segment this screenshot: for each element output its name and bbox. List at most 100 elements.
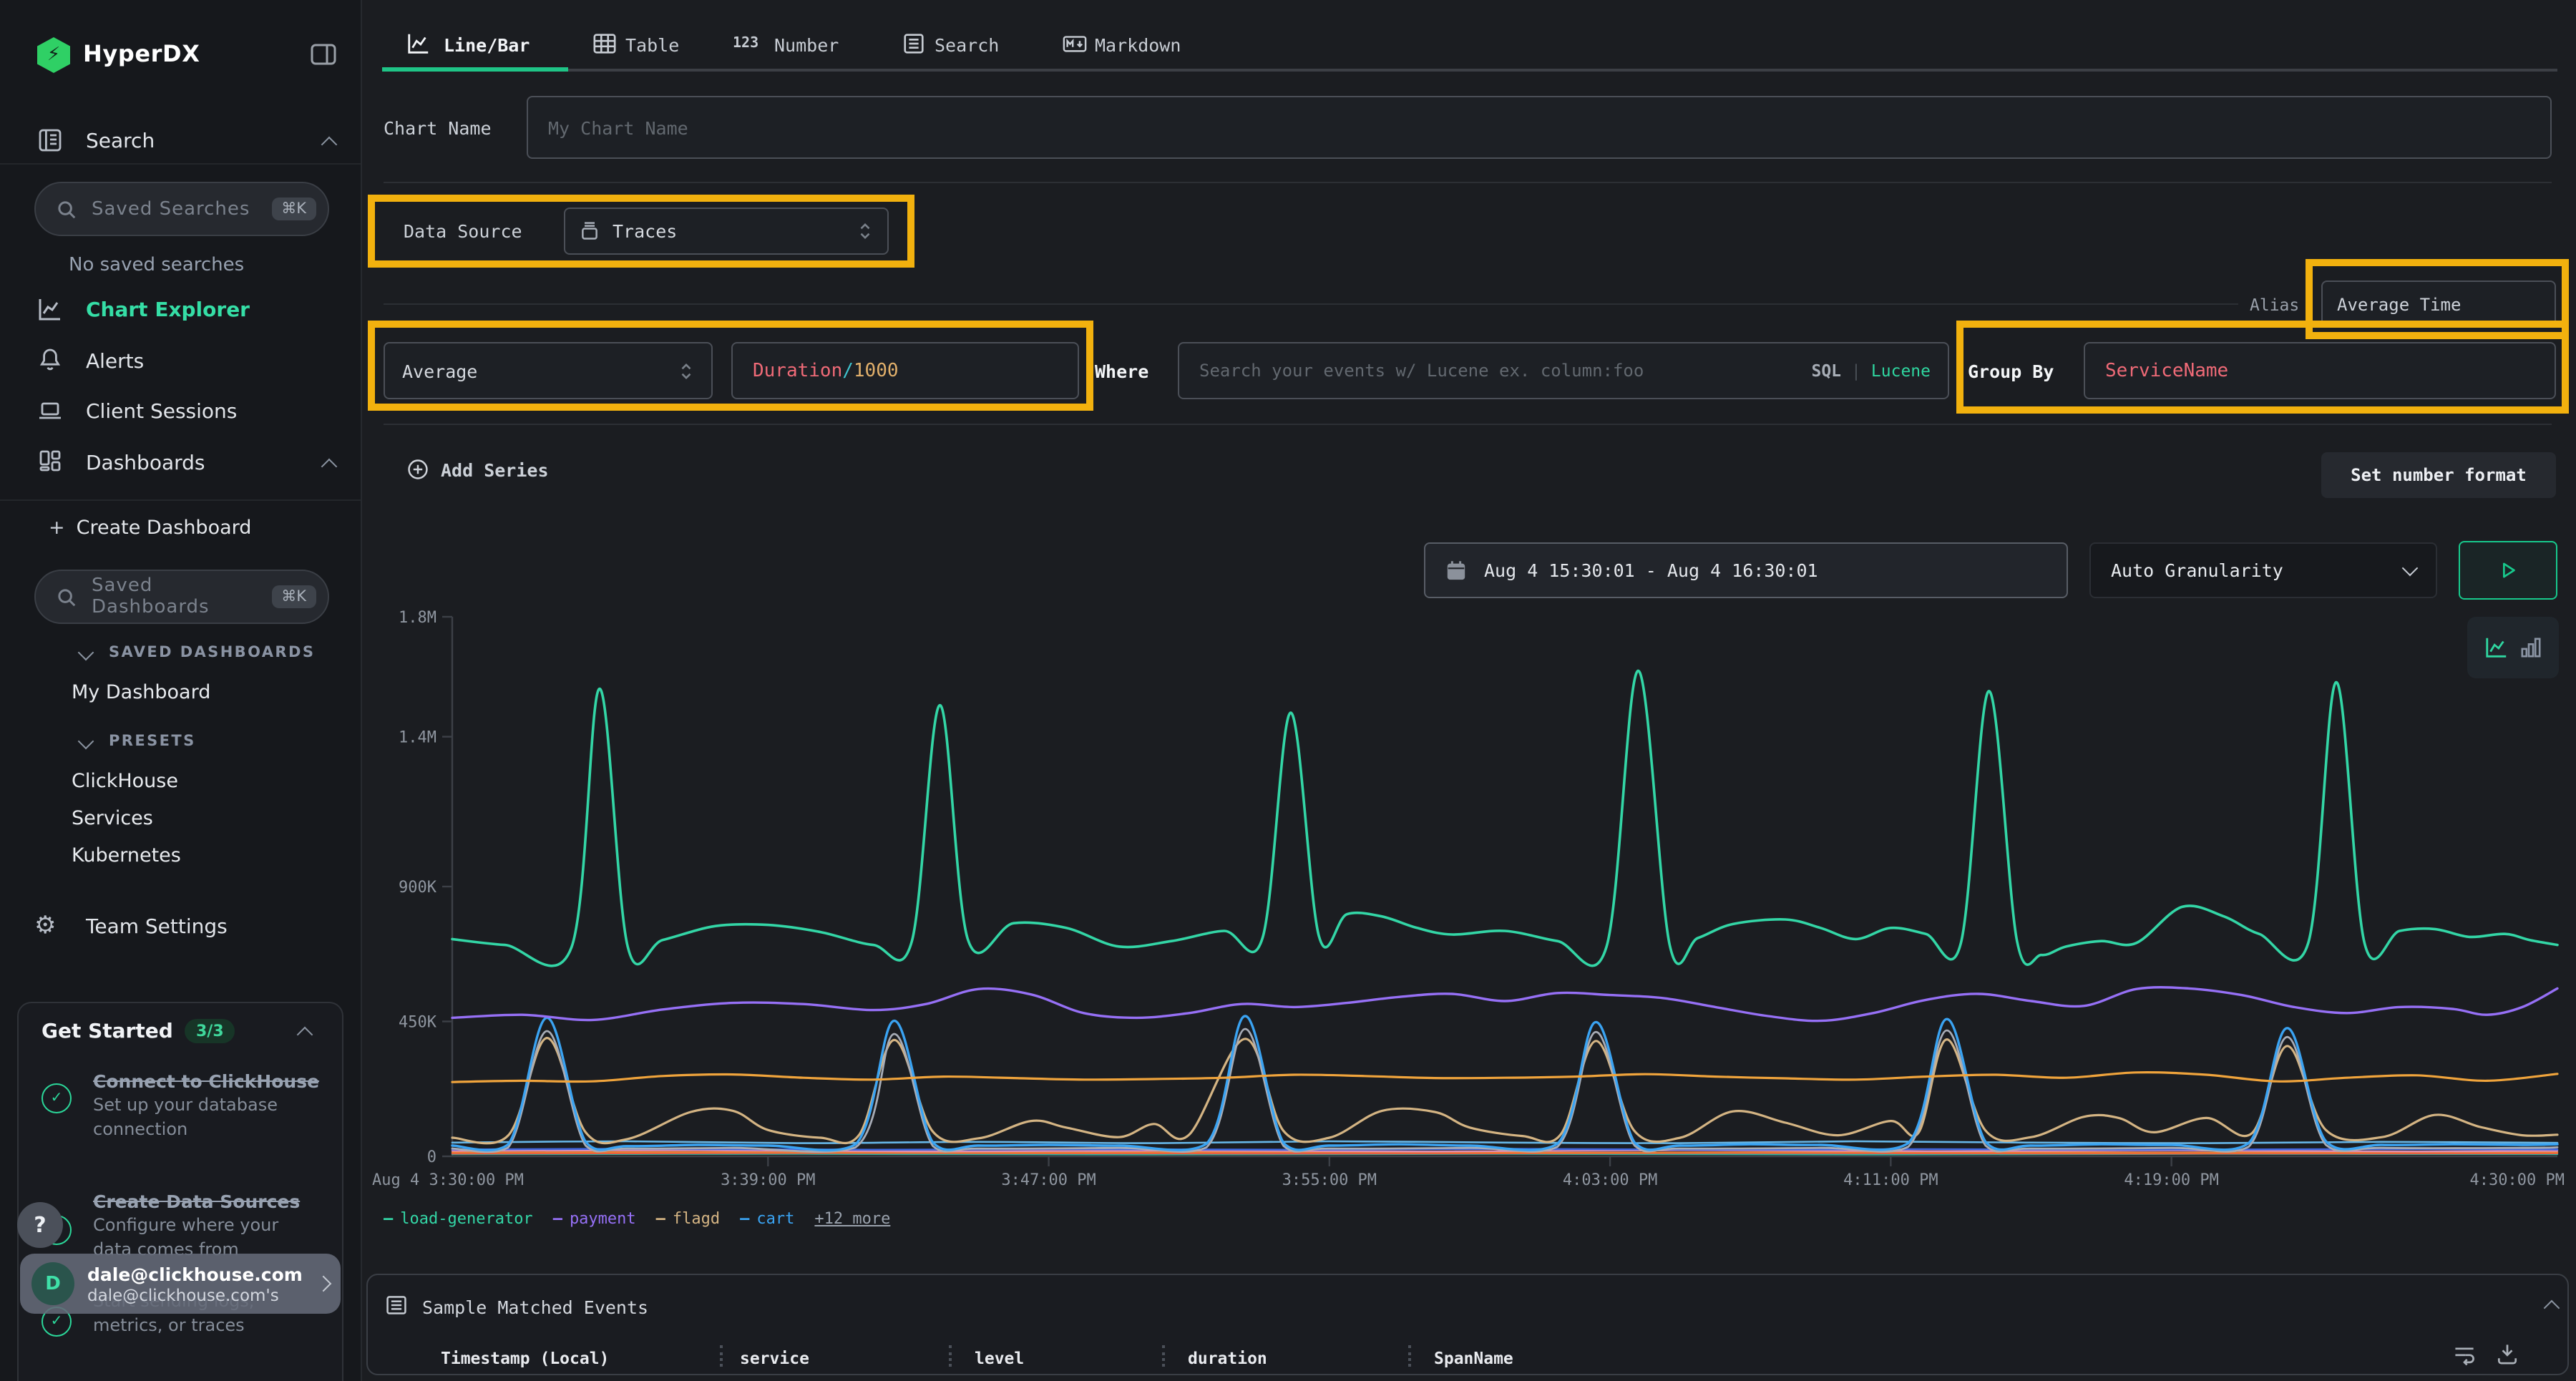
svg-text:1.8M: 1.8M <box>399 609 436 627</box>
legend-more-link[interactable]: +12 more <box>814 1209 890 1228</box>
legend-item[interactable]: —payment <box>553 1209 636 1228</box>
group-by-value: ServiceName <box>2105 360 2228 381</box>
line-chart-toggle-icon[interactable] <box>2484 635 2509 660</box>
aggregation-select[interactable]: Average <box>384 342 713 399</box>
series-line <box>452 1152 2557 1153</box>
chart-name-placeholder: My Chart Name <box>548 117 688 138</box>
select-chevrons-icon <box>857 222 873 240</box>
tab-table-icon <box>592 31 617 56</box>
saved-dashboards-section-chevron-icon[interactable] <box>78 645 94 661</box>
get-started-item-title[interactable]: Create Data Sources <box>93 1189 322 1214</box>
sidebar-item-dashboards[interactable]: Dashboards <box>86 452 205 475</box>
question-mark-icon: ? <box>34 1212 46 1238</box>
plus-circle-icon <box>406 458 429 481</box>
chart-name-label: Chart Name <box>384 117 492 139</box>
data-source-value: Traces <box>613 220 857 242</box>
column-separator[interactable] <box>1408 1345 1411 1367</box>
get-started-title: Get Started <box>42 1020 173 1043</box>
database-icon <box>580 220 600 242</box>
alias-value: Average Time <box>2337 294 2461 314</box>
column-header-duration[interactable]: duration <box>1188 1348 1267 1368</box>
legend-item[interactable]: —flagd <box>656 1209 721 1228</box>
column-header-spanname[interactable]: SpanName <box>1434 1348 1513 1368</box>
bell-icon <box>37 346 63 372</box>
series-line <box>452 1073 2557 1083</box>
where-label: Where <box>1095 361 1148 382</box>
column-header-service[interactable]: service <box>740 1348 809 1368</box>
tab-markdown[interactable]: Markdown <box>1095 34 1181 56</box>
alias-input[interactable]: Average Time <box>2321 280 2556 328</box>
column-header-timestamp[interactable]: Timestamp (Local) <box>441 1348 609 1368</box>
series-line <box>452 1038 2557 1143</box>
sidebar-item-clickhouse[interactable]: ClickHouse <box>72 770 178 793</box>
tab-search[interactable]: Search <box>935 34 999 56</box>
saved-dashboards-input[interactable]: Saved Dashboards ⌘K <box>34 570 329 624</box>
sidebar-item-services[interactable]: Services <box>72 807 153 830</box>
sql-toggle[interactable]: SQL <box>1811 361 1841 381</box>
where-input[interactable]: Search your events w/ Lucene ex. column:… <box>1178 342 1949 399</box>
column-separator[interactable] <box>720 1345 723 1367</box>
tab-search-icon <box>902 31 926 56</box>
legend-item[interactable]: —cart <box>740 1209 794 1228</box>
sidebar-item-alerts[interactable]: Alerts <box>86 351 144 374</box>
group-by-input[interactable]: ServiceName <box>2084 342 2556 399</box>
sidebar-item-search[interactable]: Search <box>86 130 155 153</box>
group-by-label: Group By <box>1968 361 2054 382</box>
bar-chart-toggle-icon[interactable] <box>2520 635 2542 660</box>
lucene-toggle[interactable]: Lucene <box>1871 361 1931 381</box>
sidebar-item-kubernetes[interactable]: Kubernetes <box>72 844 181 867</box>
aggregation-value: Average <box>402 360 678 381</box>
svg-text:1.4M: 1.4M <box>399 729 436 747</box>
metric-operator: / <box>842 360 854 381</box>
column-separator[interactable] <box>949 1345 952 1367</box>
search-icon <box>56 198 77 220</box>
download-icon[interactable] <box>2494 1341 2520 1367</box>
chart-explorer-icon <box>37 296 63 322</box>
run-query-button[interactable] <box>2459 541 2557 600</box>
presets-section-chevron-icon[interactable] <box>78 733 94 750</box>
wrap-text-icon[interactable] <box>2451 1341 2477 1367</box>
search-collapse-chevron-icon[interactable] <box>321 137 338 153</box>
granularity-select[interactable]: Auto Granularity <box>2089 542 2437 598</box>
legend-item[interactable]: —load-generator <box>384 1209 533 1228</box>
saved-dashboards-placeholder: Saved Dashboards <box>92 575 271 618</box>
tab-line-bar[interactable]: Line/Bar <box>444 34 530 56</box>
tab-number-icon: 123 <box>733 36 758 52</box>
help-button[interactable]: ? <box>17 1202 63 1248</box>
saved-dashboards-section-label[interactable]: SAVED DASHBOARDS <box>109 644 315 661</box>
search-icon <box>56 586 77 607</box>
sidebar-item-my-dashboard[interactable]: My Dashboard <box>72 681 210 704</box>
tab-number[interactable]: Number <box>774 34 839 56</box>
saved-searches-input[interactable]: Saved Searches ⌘K <box>34 182 329 236</box>
chart-name-input[interactable]: My Chart Name <box>527 96 2552 159</box>
user-menu[interactable]: D dale@clickhouse.com dale@clickhouse.co… <box>20 1254 341 1314</box>
get-started-collapse-chevron-icon[interactable] <box>297 1027 313 1043</box>
collapse-sidebar-icon[interactable] <box>309 40 338 69</box>
toggle-divider: | <box>1851 361 1861 381</box>
column-separator[interactable] <box>1162 1345 1165 1367</box>
set-number-format-button[interactable]: Set number format <box>2321 452 2556 498</box>
dashboards-collapse-chevron-icon[interactable] <box>321 459 338 475</box>
get-started-item-desc: Set up your database connection <box>93 1093 322 1142</box>
sidebar-item-team-settings[interactable]: Team Settings <box>86 916 228 939</box>
legend-swatch: — <box>656 1209 665 1228</box>
get-started-item-title[interactable]: Connect to ClickHouse <box>93 1069 322 1093</box>
tab-table[interactable]: Table <box>625 34 679 56</box>
create-dashboard-button[interactable]: +Create Dashboard <box>49 517 251 540</box>
search-section-icon <box>37 127 63 153</box>
sidebar-item-chart-explorer[interactable]: Chart Explorer <box>86 299 250 322</box>
shortcut-badge: ⌘K <box>271 585 316 608</box>
add-series-button[interactable]: Add Series <box>406 458 549 481</box>
presets-section-label[interactable]: PRESETS <box>109 733 196 750</box>
play-icon <box>2498 560 2518 581</box>
date-range-picker[interactable]: Aug 4 15:30:01 - Aug 4 16:30:01 <box>1424 542 2068 598</box>
sample-events-collapse-chevron-icon[interactable] <box>2544 1300 2560 1317</box>
sidebar-item-client-sessions[interactable]: Client Sessions <box>86 401 237 424</box>
svg-text:900K: 900K <box>399 879 437 897</box>
metric-expression-input[interactable]: Duration/1000 <box>731 342 1079 399</box>
data-source-label: Data Source <box>404 220 522 242</box>
column-header-level[interactable]: level <box>975 1348 1024 1368</box>
data-source-select[interactable]: Traces <box>564 208 889 255</box>
timeseries-chart[interactable]: 0450K900K1.4M1.8M3:39:00 PM3:47:00 PM3:5… <box>372 607 2567 1199</box>
get-started-card: Get Started 3/3 ✓ Connect to ClickHouse … <box>17 1002 343 1381</box>
